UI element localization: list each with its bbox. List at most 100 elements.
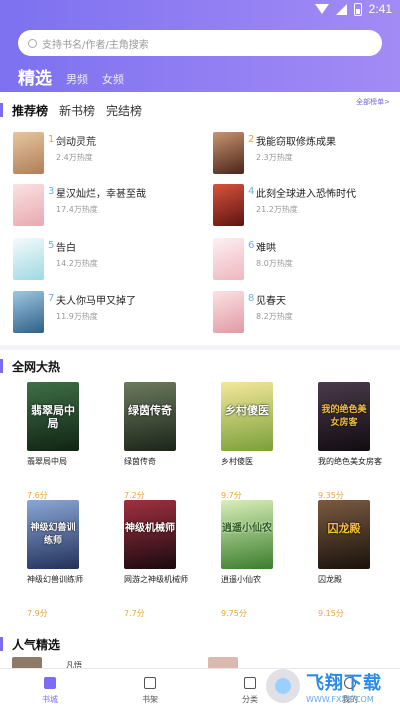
book-title: 翡翠局中局 <box>27 457 67 466</box>
book-card[interactable]: 绿茵传奇 绿茵传奇 7.2分 <box>124 382 202 510</box>
tab-male[interactable]: 男频 <box>66 71 88 89</box>
book-card[interactable]: 乡村傻医 乡村傻医 9.7分 <box>221 382 299 510</box>
cover-title: 乡村傻医 <box>225 404 269 417</box>
status-time: 2:41 <box>368 2 392 16</box>
book-cover: 绿茵传奇 <box>124 382 176 451</box>
book-heat: 8.2万热度 <box>256 312 293 321</box>
rank-item[interactable]: 6 难哄 8.0万热度 <box>213 238 400 282</box>
book-cover <box>213 184 244 226</box>
rank-item[interactable]: 1 剑动灵荒 2.4万热度 <box>13 132 203 176</box>
rank-item[interactable]: 3 星汉灿烂，幸甚至哉 17.4万热度 <box>13 184 203 228</box>
book-title: 见春天 <box>256 296 286 307</box>
rank-number: 2 <box>248 134 255 145</box>
rank-item[interactable]: 5 告白 14.2万热度 <box>13 238 203 282</box>
ranking-section: 推荐榜 新书榜 完结榜 全部榜单> 1 剑动灵荒 2.4万热度 2 我能窃取修炼… <box>0 92 400 345</box>
cover-title: 神级机械师 <box>125 523 175 534</box>
book-heat: 11.9万热度 <box>56 312 98 321</box>
section-accent-bar <box>0 359 3 373</box>
book-cover: 囚龙殿 <box>318 500 370 569</box>
cover-title: 绿茵传奇 <box>128 404 172 417</box>
tab-featured[interactable]: 精选 <box>18 64 52 89</box>
nav-bookstore[interactable]: 书城 <box>20 677 80 705</box>
nav-bookshelf[interactable]: 书架 <box>120 677 180 705</box>
book-title: 夫人你马甲又掉了 <box>56 296 136 307</box>
search-bar[interactable]: 支持书名/作者/主角搜索 <box>18 30 382 56</box>
tab-recommend-rank[interactable]: 推荐榜 <box>12 102 48 119</box>
book-title: 剑动灵荒 <box>56 137 96 148</box>
tab-female[interactable]: 女频 <box>102 71 124 89</box>
book-cover: 乡村傻医 <box>221 382 273 451</box>
book-score: 7.9分 <box>27 609 48 618</box>
nav-label: 书架 <box>142 695 158 704</box>
rank-number: 5 <box>48 240 55 251</box>
book-title: 告白 <box>56 243 76 254</box>
book-card[interactable]: 囚龙殿 囚龙殿 9.15分 <box>318 500 396 628</box>
book-heat: 14.2万热度 <box>56 259 98 268</box>
rank-number: 6 <box>248 240 255 251</box>
search-placeholder: 支持书名/作者/主角搜索 <box>42 39 149 51</box>
book-card[interactable]: 神级幻兽训练师 神级幻兽训练师 7.9分 <box>27 500 105 628</box>
popular-section: 人气精选 凡悟 <box>0 628 400 670</box>
book-title: 此刻全球进入恐怖时代 <box>256 189 356 200</box>
cover-title: 我的绝色美女房客 <box>321 405 367 428</box>
book-cover: 翡翠局中局 <box>27 382 79 451</box>
book-score: 9.75分 <box>221 609 247 618</box>
book-title: 我能窃取修炼成果 <box>256 137 336 148</box>
rank-number: 7 <box>48 293 55 304</box>
watermark-sub: WWW.FXXZ.COM <box>306 694 374 704</box>
section-accent-bar <box>0 637 3 651</box>
book-cover <box>13 132 44 174</box>
book-card[interactable]: 我的绝色美女房客 我的绝色美女房客 9.35分 <box>318 382 396 510</box>
book-title: 网游之神级机械师 <box>124 575 188 584</box>
rank-number: 4 <box>248 186 255 197</box>
hot-section: 全网大热 翡翠局中局 翡翠局中局 7.6分 绿茵传奇 绿茵传奇 7.2分 乡村傻… <box>0 350 400 628</box>
rank-item[interactable]: 7 夫人你马甲又掉了 11.9万热度 <box>13 291 203 335</box>
book-title: 我的绝色美女房客 <box>318 457 382 466</box>
book-card[interactable]: 逍遥小仙农 逍遥小仙农 9.75分 <box>221 500 299 628</box>
book-cover <box>13 291 44 333</box>
book-cover <box>213 238 244 280</box>
all-rankings-link[interactable]: 全部榜单> <box>356 97 390 107</box>
signal-icon <box>335 3 347 15</box>
search-icon <box>28 38 37 48</box>
tab-new-rank[interactable]: 新书榜 <box>59 102 95 119</box>
watermark-text: 飞翔下载 WWW.FXXZ.COM <box>306 669 382 704</box>
rank-item[interactable]: 2 我能窃取修炼成果 2.3万热度 <box>213 132 400 176</box>
section-title: 全网大热 <box>0 358 60 374</box>
book-heat: 21.2万热度 <box>256 205 298 214</box>
ranking-tabs: 推荐榜 新书榜 完结榜 <box>0 100 400 120</box>
book-title: 逍遥小仙农 <box>221 575 261 584</box>
status-bar: 2:41 <box>0 0 400 20</box>
book-cover <box>13 238 44 280</box>
cover-title: 逍遥小仙农 <box>222 523 272 534</box>
rank-number: 1 <box>48 134 55 145</box>
nav-label: 书城 <box>42 695 58 704</box>
rank-item[interactable]: 8 见春天 8.2万热度 <box>213 291 400 335</box>
book-title: 神级幻兽训练师 <box>27 575 83 584</box>
book-title: 囚龙殿 <box>318 575 342 584</box>
book-cover <box>13 184 44 226</box>
watermark-main: 飞翔下载 <box>306 672 382 694</box>
bookstore-icon <box>44 677 56 689</box>
book-cover: 逍遥小仙农 <box>221 500 273 569</box>
book-score: 9.15分 <box>318 609 344 618</box>
cover-title: 翡翠局中局 <box>31 404 75 430</box>
cover-title: 神级幻兽训练师 <box>30 523 76 546</box>
status-icons: 2:41 <box>314 2 392 16</box>
hot-title: 全网大热 <box>12 359 61 374</box>
book-cover: 神级机械师 <box>124 500 176 569</box>
site-watermark: 飞翔下载 WWW.FXXZ.COM <box>266 666 390 706</box>
book-cover: 神级幻兽训练师 <box>27 500 79 569</box>
tab-finished-rank[interactable]: 完结榜 <box>106 102 142 119</box>
book-heat: 2.4万热度 <box>56 153 93 162</box>
rank-item[interactable]: 4 此刻全球进入恐怖时代 21.2万热度 <box>213 184 400 228</box>
book-cover <box>213 291 244 333</box>
book-heat: 2.3万热度 <box>256 153 293 162</box>
app-header: 2:41 支持书名/作者/主角搜索 精选 男频 女频 <box>0 0 400 92</box>
popular-title: 人气精选 <box>12 637 61 652</box>
book-title: 难哄 <box>256 243 276 254</box>
rank-number: 3 <box>48 186 55 197</box>
book-title: 星汉灿烂，幸甚至哉 <box>56 189 146 200</box>
book-card[interactable]: 神级机械师 网游之神级机械师 7.7分 <box>124 500 202 628</box>
book-card[interactable]: 翡翠局中局 翡翠局中局 7.6分 <box>27 382 105 510</box>
